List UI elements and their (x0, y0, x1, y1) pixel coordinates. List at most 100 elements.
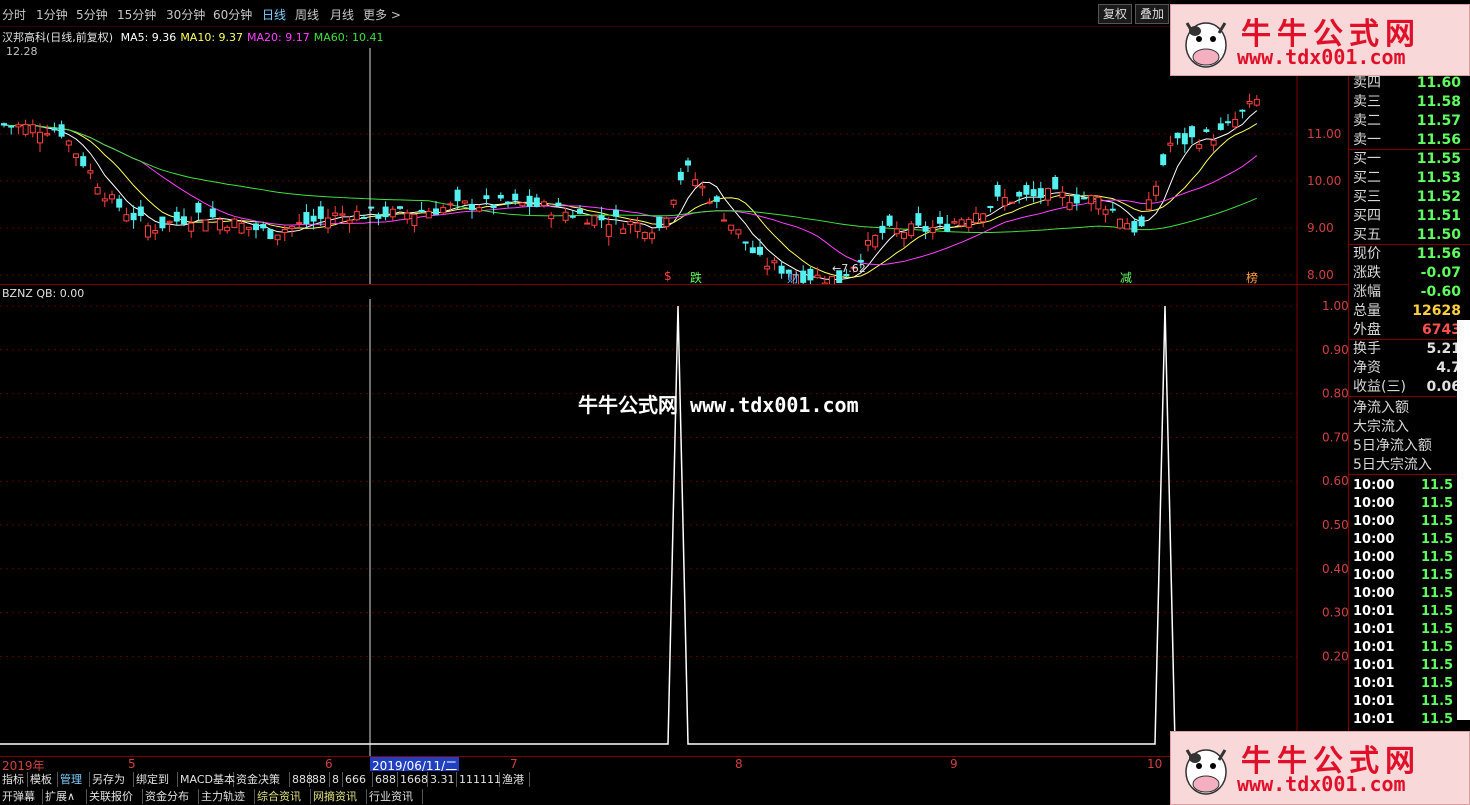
indicator-tick-label: 0.60 (1322, 474, 1348, 488)
tab-4[interactable]: 主力轨迹 (199, 789, 255, 804)
tab-4[interactable]: 绑定到 (134, 772, 178, 787)
tab-13[interactable]: 3.31 (428, 772, 457, 787)
date-label-sep: 9 (950, 757, 958, 771)
candle-body (44, 133, 51, 136)
tab-2[interactable]: 关联报价 (87, 789, 143, 804)
event-tag[interactable]: $ (664, 269, 672, 283)
tick-price: 11.5 (1421, 622, 1454, 637)
tab-10[interactable]: 666 (343, 772, 373, 787)
stat-row-label: 涨幅 (1353, 284, 1381, 300)
candle-body (29, 124, 36, 134)
period-monthly[interactable]: 月线 (330, 6, 354, 23)
candle-body (1145, 199, 1152, 211)
tab-1[interactable]: 扩展∧ (43, 789, 87, 804)
overlay-button[interactable]: 叠加 (1135, 4, 1170, 24)
candle-body (1081, 197, 1087, 200)
indicator-tab-bar: 指标 模板 管理 另存为 绑定到 MACD基本 资金决策 888 88 8 666 688 1668 3.… (0, 771, 1350, 788)
candle-body (303, 212, 310, 225)
indicator-tick-label: 0.70 (1322, 430, 1348, 444)
tab-2[interactable]: 管理 (58, 772, 90, 787)
period-1min[interactable]: 1分钟 (36, 6, 68, 23)
tick-price: 11.5 (1421, 676, 1454, 691)
candle-body (1174, 132, 1181, 139)
candle-body (245, 226, 252, 230)
tick-time: 10:01 (1353, 694, 1395, 709)
tab-6[interactable]: 资金决策 (234, 772, 290, 787)
candle-body (469, 203, 475, 211)
tick-time: 10:00 (1353, 550, 1395, 565)
tick-row: 10:01 11.5 (1353, 603, 1470, 621)
ma-legend-item: MA60: 10.41 (313, 31, 384, 44)
tab-11[interactable]: 688 (373, 772, 398, 787)
candle-body (584, 222, 591, 225)
candle-body (893, 228, 900, 235)
candle-body (1232, 118, 1239, 128)
period-more[interactable]: 更多 > (363, 6, 401, 23)
tab-15[interactable]: 渔港 (500, 772, 530, 787)
candle-body (519, 202, 526, 207)
tab-12[interactable]: 1668 (398, 772, 428, 787)
indicator-tick-label: 0.40 (1322, 562, 1348, 576)
tick-row: 10:01 11.5 (1353, 621, 1470, 639)
tick-time: 10:00 (1353, 532, 1395, 547)
order-row-label: 卖一 (1353, 132, 1381, 148)
flow-row-label: 大宗流入 (1353, 419, 1409, 435)
candle-body (116, 198, 123, 208)
date-label-may: 5 (128, 757, 136, 771)
period-weekly[interactable]: 周线 (295, 6, 319, 23)
candle-body (181, 216, 187, 225)
tab-9[interactable]: 8 (330, 772, 343, 787)
candle-body (325, 217, 331, 229)
candle-body (800, 270, 807, 283)
restore-rights-button[interactable]: 复权 (1098, 4, 1133, 24)
period-60min[interactable]: 60分钟 (213, 6, 252, 23)
tab-0[interactable]: 指标 (0, 772, 28, 787)
tab-0[interactable]: 开弹幕 (0, 789, 43, 804)
price-tick-label: 8.00 (1307, 268, 1334, 282)
indicator-tick-label: 0.30 (1322, 606, 1348, 620)
candle-body (238, 222, 245, 234)
order-row-label: 买一 (1353, 151, 1381, 167)
candle-body (699, 185, 706, 189)
period-5min[interactable]: 5分钟 (76, 6, 108, 23)
tab-7[interactable]: 888 (290, 772, 313, 787)
tab-5[interactable]: 综合资讯 (255, 789, 311, 804)
period-30min[interactable]: 30分钟 (166, 6, 205, 23)
ma60-line (3, 124, 1257, 234)
tab-7[interactable]: 行业资讯 (367, 789, 423, 804)
order-row: 买一 11.55 (1353, 150, 1470, 168)
tab-1[interactable]: 模板 (28, 772, 58, 787)
tab-5[interactable]: MACD基本 (178, 772, 235, 787)
tick-time: 10:01 (1353, 640, 1395, 655)
candle-body (346, 219, 353, 224)
candle-body (425, 210, 432, 219)
period-15min[interactable]: 15分钟 (117, 6, 156, 23)
indicator-tick-label: 0.20 (1322, 649, 1348, 663)
indicator-chart[interactable]: 1.00 0.90 0.80 0.70 0.60 0.50 0.40 0.30 0.20 (0, 285, 1348, 756)
candle-body (562, 211, 569, 221)
stat-row-label: 涨跌 (1353, 265, 1381, 281)
candle-body (901, 231, 907, 239)
stat-row: 外盘 6743 (1353, 321, 1470, 339)
tab-3[interactable]: 资金分布 (143, 789, 199, 804)
tab-14[interactable]: 111111 (457, 772, 501, 787)
stat-row: 现价 11.56 (1353, 245, 1470, 263)
candle-body (533, 197, 540, 208)
watermark-text: 牛牛公式网 www.tdx001.com (578, 393, 859, 417)
kline-chart[interactable]: 11.00 10.00 9.00 8.00 (0, 26, 1348, 285)
period-timeshare[interactable]: 分时 (2, 6, 26, 23)
period-daily[interactable]: 日线 (262, 6, 286, 23)
candle-body (433, 208, 439, 215)
tab-8[interactable]: 88 (310, 772, 330, 787)
flow-row: 5日大宗流入 (1353, 456, 1470, 474)
tab-3[interactable]: 另存为 (90, 772, 134, 787)
candle-body (1066, 202, 1073, 210)
candle-body (1124, 223, 1131, 230)
order-row-value: 11.60 (1416, 75, 1461, 91)
candle-body (980, 213, 987, 223)
candle-body (483, 195, 490, 200)
order-row: 卖二 11.57 (1353, 112, 1470, 130)
quote-separator (1349, 396, 1470, 397)
date-label-jun: 6 (325, 757, 333, 771)
tab-6[interactable]: 网摘资讯 (311, 789, 367, 804)
